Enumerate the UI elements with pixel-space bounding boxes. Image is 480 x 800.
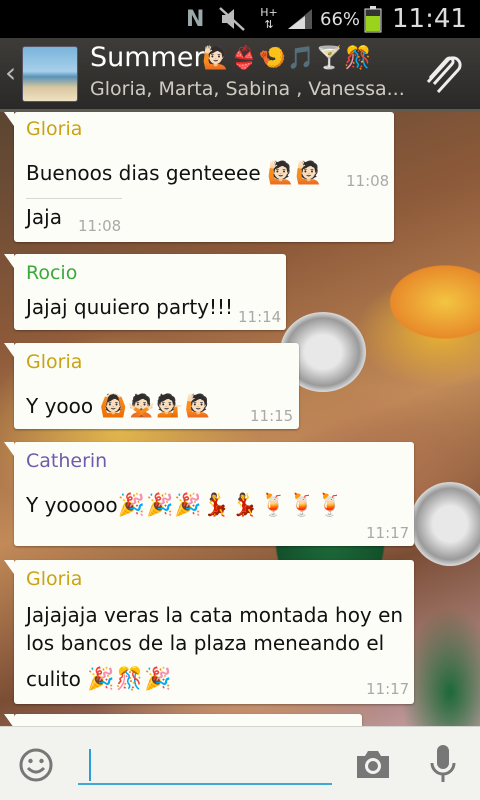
emoji-smiley-icon[interactable] [18, 747, 54, 783]
message-text: Jajaj quuiero party!!! [26, 295, 234, 319]
message-body: Buenoos dias genteeee [26, 161, 261, 185]
paperclip-icon[interactable] [418, 54, 468, 98]
message-time: 11:17 [366, 680, 410, 698]
status-bar: N H+ ⇅ 66% 11:41 [0, 0, 480, 38]
notification-n-icon: N [186, 6, 205, 32]
battery-icon [364, 0, 384, 38]
message-emojis: 🎉🎊🎉 [87, 667, 173, 692]
message-time: 11:08 [346, 172, 390, 190]
message-divider [26, 198, 122, 199]
clock: 11:41 [392, 4, 467, 34]
message-text-line: los bancos de la plaza meneando el [26, 631, 385, 655]
message-time: 11:14 [238, 308, 282, 326]
battery-percent: 66% [320, 8, 361, 30]
group-members[interactable]: Gloria, Marta, Sabina , Vanessa... [90, 78, 410, 100]
message-text-line: Jajajaja veras la cata montada hoy en [26, 603, 404, 627]
message-text: Jaja [26, 205, 62, 229]
text-cursor [89, 749, 91, 781]
back-chevron-icon[interactable]: ‹ [5, 58, 19, 92]
camera-icon[interactable] [354, 747, 392, 781]
message-emojis: 🙆🏻🙅🏻💁🏻🙋🏻 [99, 394, 214, 419]
message-time: 11:17 [366, 524, 410, 542]
message-time: 11:08 [78, 217, 122, 235]
message-emojis: 🎉🎉🎉💃💃🍹🍹🍹 [117, 493, 345, 518]
signal-icon [286, 0, 316, 38]
message-bubble[interactable]: Gloria Buenoos dias genteeee 🙋🏻🙋🏻 11:08 … [4, 112, 394, 242]
message-body: Y yooooo [26, 493, 118, 517]
message-composer [0, 726, 480, 800]
mute-icon [218, 0, 248, 38]
wallpaper-can [410, 482, 480, 566]
sender-name: Catherin [26, 450, 108, 472]
group-avatar[interactable] [22, 46, 78, 102]
message-emojis: 🙋🏻🙋🏻 [267, 161, 324, 186]
data-arrows-icon: H+ ⇅ [260, 6, 278, 31]
sender-name: Gloria [26, 118, 83, 140]
message-body: culito [26, 667, 81, 691]
message-text: Y yooooo🎉🎉🎉💃💃🍹🍹🍹 [26, 490, 345, 521]
title-emojis: 🙋🏻👙🍤🎵🍸🎊 [202, 46, 373, 71]
message-text: Y yooo 🙆🏻🙅🏻💁🏻🙋🏻 [26, 391, 213, 422]
sender-name: Rocio [26, 262, 78, 284]
message-input[interactable] [78, 745, 332, 785]
message-body: Y yooo [26, 394, 94, 418]
sender-name: Gloria [26, 351, 83, 373]
group-title[interactable]: Summer [90, 42, 205, 73]
message-bubble[interactable]: Gloria Y yooo 🙆🏻🙅🏻💁🏻🙋🏻 11:15 [4, 343, 299, 429]
message-time: 11:15 [250, 407, 294, 425]
chat-header: ‹ Summer 🙋🏻👙🍤🎵🍸🎊 Gloria, Marta, Sabina ,… [0, 38, 480, 112]
microphone-icon[interactable] [428, 743, 458, 785]
message-text: culito 🎉🎊🎉 [26, 664, 172, 695]
message-bubble[interactable]: Catherin Y yooooo🎉🎉🎉💃💃🍹🍹🍹 11:17 [4, 442, 414, 546]
message-text: Buenoos dias genteeee 🙋🏻🙋🏻 [26, 158, 324, 189]
message-bubble[interactable]: Rocio Jajaj quuiero party!!! 11:14 [4, 254, 286, 330]
message-bubble-partial[interactable] [4, 714, 362, 728]
sender-name: Gloria [26, 568, 83, 590]
message-bubble[interactable]: Gloria Jajajaja veras la cata montada ho… [4, 560, 414, 704]
